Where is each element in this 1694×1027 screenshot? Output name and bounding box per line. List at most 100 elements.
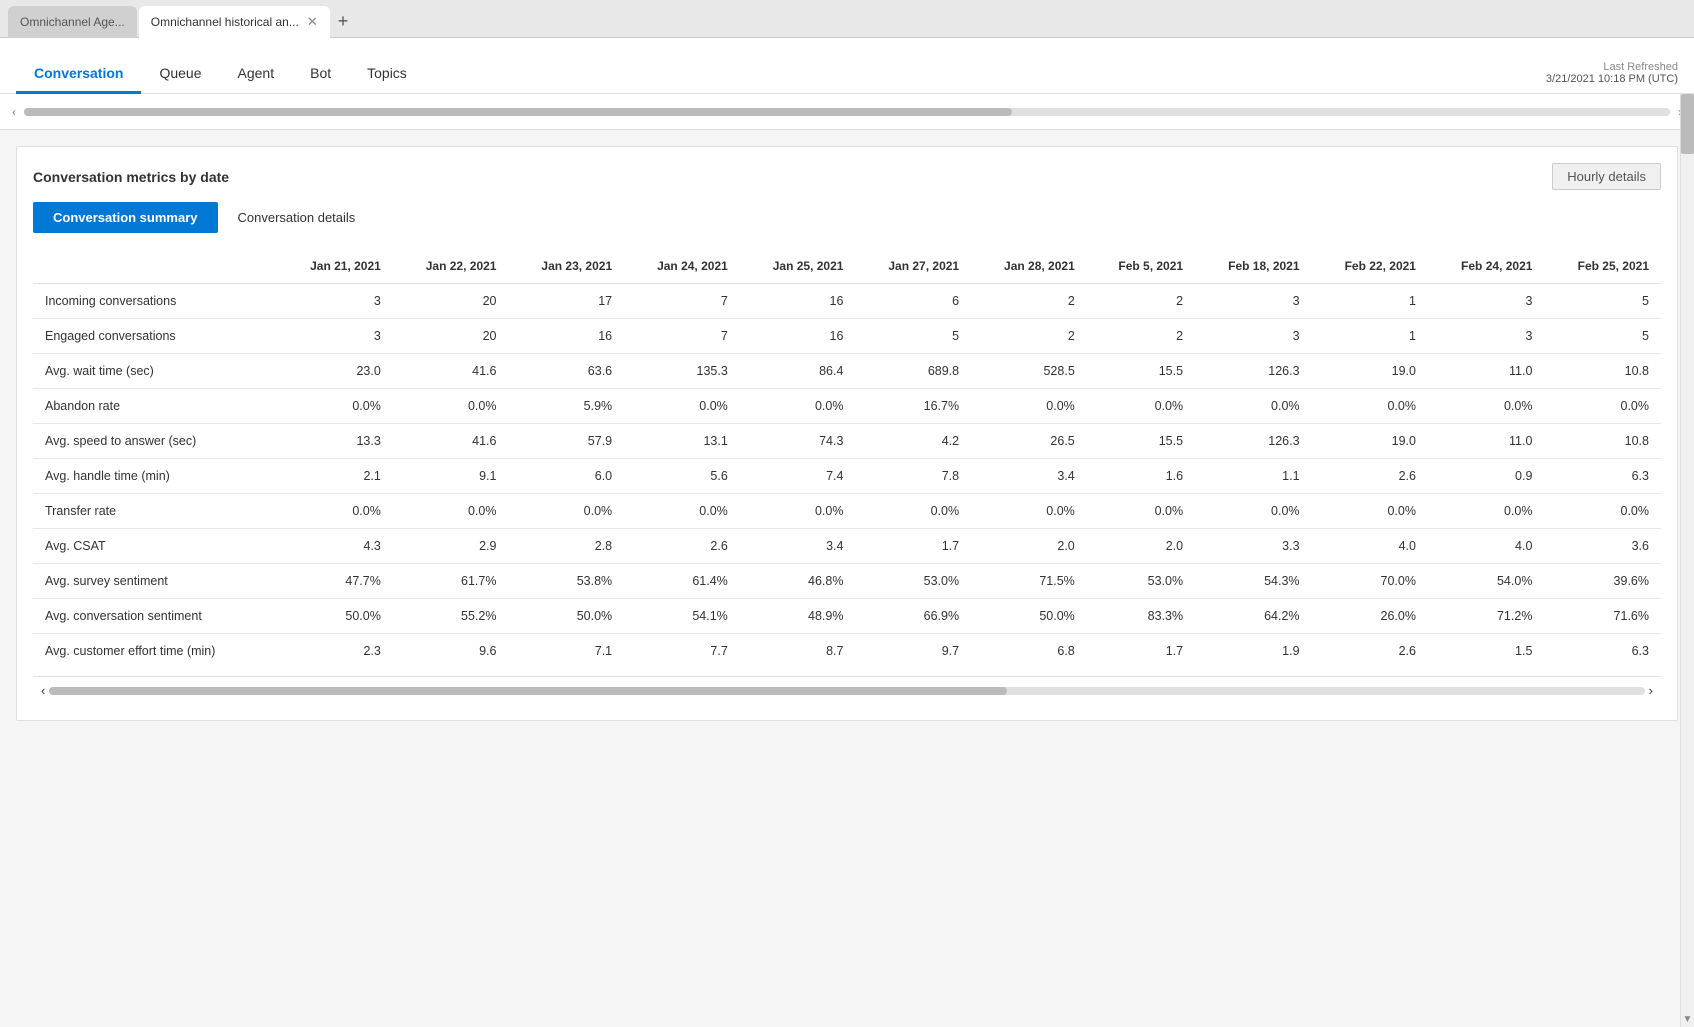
right-scrollbar-thumb — [1681, 94, 1694, 154]
cell-value: 2 — [1087, 319, 1195, 354]
cell-value: 0.0% — [508, 494, 624, 529]
cell-value: 71.5% — [971, 564, 1087, 599]
tab-inactive[interactable]: Omnichannel Age... — [8, 6, 137, 38]
close-tab-icon[interactable]: ✕ — [307, 14, 318, 30]
cell-value: 11.0 — [1428, 354, 1544, 389]
cell-value: 1.5 — [1428, 634, 1544, 669]
main-content: ‹ › Conversation metrics by date Hourly … — [0, 94, 1694, 1027]
cell-value: 16.7% — [855, 389, 971, 424]
cell-value: 26.0% — [1312, 599, 1428, 634]
cell-value: 0.0% — [855, 494, 971, 529]
tab-active[interactable]: Omnichannel historical an... ✕ — [139, 6, 330, 38]
col-header-feb18: Feb 18, 2021 — [1195, 249, 1311, 284]
nav-tabs: Conversation Queue Agent Bot Topics — [16, 55, 425, 93]
table-row: Avg. conversation sentiment50.0%55.2%50.… — [33, 599, 1661, 634]
cell-value: 71.2% — [1428, 599, 1544, 634]
cell-value: 53.0% — [855, 564, 971, 599]
cell-value: 0.0% — [1428, 494, 1544, 529]
cell-value: 13.3 — [277, 424, 393, 459]
scroll-down-arrow[interactable]: ▼ — [1681, 1012, 1694, 1027]
card-header: Conversation metrics by date Hourly deta… — [33, 163, 1661, 190]
cell-value: 2.1 — [277, 459, 393, 494]
cell-value: 16 — [740, 284, 856, 319]
top-scrollbar-track[interactable] — [24, 108, 1670, 116]
cell-value: 20 — [393, 284, 509, 319]
cell-value: 41.6 — [393, 424, 509, 459]
cell-value: 7 — [624, 284, 740, 319]
add-tab-button[interactable]: + — [332, 11, 355, 32]
cell-value: 74.3 — [740, 424, 856, 459]
cell-value: 1.1 — [1195, 459, 1311, 494]
col-header-jan21: Jan 21, 2021 — [277, 249, 393, 284]
col-header-feb24: Feb 24, 2021 — [1428, 249, 1544, 284]
cell-value: 3.4 — [971, 459, 1087, 494]
scroll-left-arrow[interactable]: ‹ — [8, 105, 20, 119]
cell-value: 0.9 — [1428, 459, 1544, 494]
cell-value: 8.7 — [740, 634, 856, 669]
top-scrollbar-thumb — [24, 108, 1012, 116]
nav-tab-queue[interactable]: Queue — [141, 55, 219, 94]
sub-tab-details[interactable]: Conversation details — [218, 202, 376, 233]
cell-value: 19.0 — [1312, 424, 1428, 459]
cell-value: 5.6 — [624, 459, 740, 494]
cell-value: 6 — [855, 284, 971, 319]
row-label: Transfer rate — [33, 494, 277, 529]
cell-value: 135.3 — [624, 354, 740, 389]
cell-value: 528.5 — [971, 354, 1087, 389]
col-header-jan25: Jan 25, 2021 — [740, 249, 856, 284]
top-scrollbar-area: ‹ › — [0, 94, 1694, 130]
nav-tab-topics[interactable]: Topics — [349, 55, 425, 94]
cell-value: 1.7 — [855, 529, 971, 564]
cell-value: 0.0% — [1312, 389, 1428, 424]
col-header-jan23: Jan 23, 2021 — [508, 249, 624, 284]
cell-value: 13.1 — [624, 424, 740, 459]
nav-tab-conversation[interactable]: Conversation — [16, 55, 141, 94]
cell-value: 0.0% — [1195, 494, 1311, 529]
cell-value: 9.1 — [393, 459, 509, 494]
bottom-scroll-right-arrow[interactable]: › — [1649, 683, 1653, 698]
cell-value: 9.7 — [855, 634, 971, 669]
cell-value: 3 — [277, 319, 393, 354]
nav-tab-bot[interactable]: Bot — [292, 55, 349, 94]
cell-value: 1 — [1312, 319, 1428, 354]
browser-tabs: Omnichannel Age... Omnichannel historica… — [0, 0, 1694, 38]
cell-value: 0.0% — [624, 389, 740, 424]
cell-value: 39.6% — [1544, 564, 1661, 599]
bottom-scrollbar-thumb — [49, 687, 1006, 695]
cell-value: 46.8% — [740, 564, 856, 599]
table-row: Avg. handle time (min)2.19.16.05.67.47.8… — [33, 459, 1661, 494]
table-row: Avg. CSAT4.32.92.82.63.41.72.02.03.34.04… — [33, 529, 1661, 564]
cell-value: 19.0 — [1312, 354, 1428, 389]
cell-value: 66.9% — [855, 599, 971, 634]
sub-tab-summary[interactable]: Conversation summary — [33, 202, 218, 233]
cell-value: 57.9 — [508, 424, 624, 459]
last-refreshed: Last Refreshed 3/21/2021 10:18 PM (UTC) — [1546, 61, 1678, 93]
cell-value: 3 — [1428, 319, 1544, 354]
metrics-table-wrapper: Jan 21, 2021 Jan 22, 2021 Jan 23, 2021 J… — [33, 249, 1661, 668]
nav-tab-agent[interactable]: Agent — [220, 55, 293, 94]
cell-value: 10.8 — [1544, 424, 1661, 459]
cell-value: 15.5 — [1087, 424, 1195, 459]
cell-value: 16 — [508, 319, 624, 354]
bottom-scroll-left-arrow[interactable]: ‹ — [41, 683, 45, 698]
table-row: Avg. wait time (sec)23.041.663.6135.386.… — [33, 354, 1661, 389]
cell-value: 6.8 — [971, 634, 1087, 669]
cell-value: 2.9 — [393, 529, 509, 564]
cell-value: 1 — [1312, 284, 1428, 319]
app-header: Conversation Queue Agent Bot Topics Last… — [0, 38, 1694, 94]
row-label: Avg. conversation sentiment — [33, 599, 277, 634]
tab-inactive-label: Omnichannel Age... — [20, 15, 125, 29]
cell-value: 53.8% — [508, 564, 624, 599]
hourly-details-button[interactable]: Hourly details — [1552, 163, 1661, 190]
cell-value: 9.6 — [393, 634, 509, 669]
cell-value: 41.6 — [393, 354, 509, 389]
col-header-jan27: Jan 27, 2021 — [855, 249, 971, 284]
cell-value: 5 — [855, 319, 971, 354]
cell-value: 0.0% — [393, 389, 509, 424]
cell-value: 126.3 — [1195, 424, 1311, 459]
table-row: Engaged conversations320167165223135 — [33, 319, 1661, 354]
bottom-scrollbar-track[interactable] — [49, 687, 1644, 695]
table-header-row: Jan 21, 2021 Jan 22, 2021 Jan 23, 2021 J… — [33, 249, 1661, 284]
row-label: Avg. handle time (min) — [33, 459, 277, 494]
cell-value: 0.0% — [1087, 494, 1195, 529]
